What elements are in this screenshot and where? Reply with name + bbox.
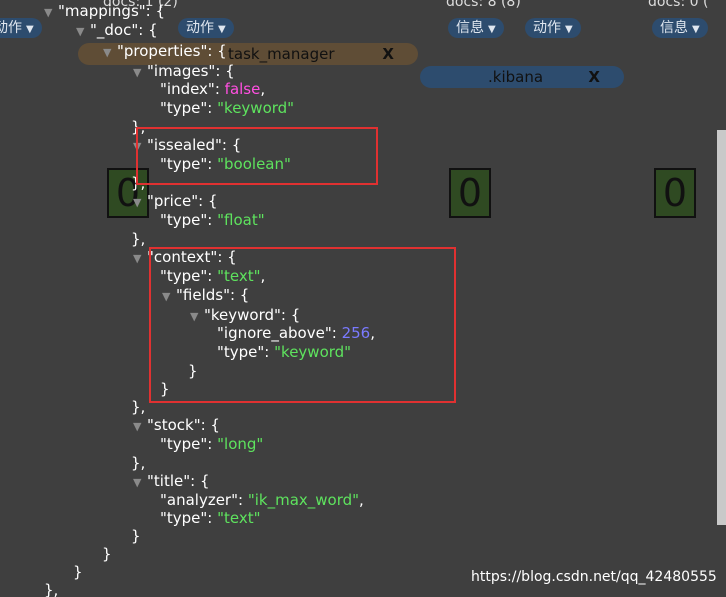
highlight-box-issealed [136, 127, 378, 185]
json-line-images-index: "index": false, [160, 80, 266, 98]
collapse-triangle-icon[interactable]: ▼ [133, 63, 147, 82]
json-line-doc[interactable]: ▼ "_doc": { [76, 21, 158, 40]
json-line-stock-close: }, [131, 454, 146, 472]
json-line-stock[interactable]: ▼ "stock": { [133, 416, 220, 435]
json-line-price-type: "type": "float" [160, 211, 265, 229]
json-line-price[interactable]: ▼ "price": { [133, 192, 218, 211]
json-mapping-tree: ▼ "mappings": { ▼ "_doc": { ▼ "properties":… [0, 0, 726, 597]
collapse-triangle-icon[interactable]: ▼ [133, 417, 147, 436]
json-line-stock-type: "type": "long" [160, 435, 264, 453]
json-line-properties-close: } [102, 545, 112, 563]
collapse-triangle-icon[interactable]: ▼ [103, 43, 117, 62]
json-line-mappings-close: }, [44, 581, 59, 597]
json-line-properties[interactable]: ▼ "properties": { [103, 42, 227, 61]
json-line-title-analyzer: "analyzer": "ik_max_word", [160, 491, 364, 509]
collapse-triangle-icon[interactable]: ▼ [133, 473, 147, 492]
collapse-triangle-icon[interactable]: ▼ [44, 3, 58, 22]
json-line-title[interactable]: ▼ "title": { [133, 472, 210, 491]
json-line-title-type: "type": "text" [160, 509, 261, 527]
collapse-triangle-icon[interactable]: ▼ [133, 193, 147, 212]
highlight-box-context [149, 247, 456, 403]
json-line-title-close: } [131, 527, 141, 545]
json-line-doc-close: } [73, 563, 83, 581]
json-line-mappings[interactable]: ▼ "mappings": { [44, 2, 165, 21]
json-line-images-type: "type": "keyword" [160, 99, 295, 117]
collapse-triangle-icon[interactable]: ▼ [133, 249, 147, 268]
json-line-context-close: }, [131, 398, 146, 416]
watermark: https://blog.csdn.net/qq_42480555 [471, 569, 717, 585]
json-line-images[interactable]: ▼ "images": { [133, 62, 235, 81]
collapse-triangle-icon[interactable]: ▼ [76, 22, 90, 41]
json-line-price-close: }, [131, 230, 146, 248]
